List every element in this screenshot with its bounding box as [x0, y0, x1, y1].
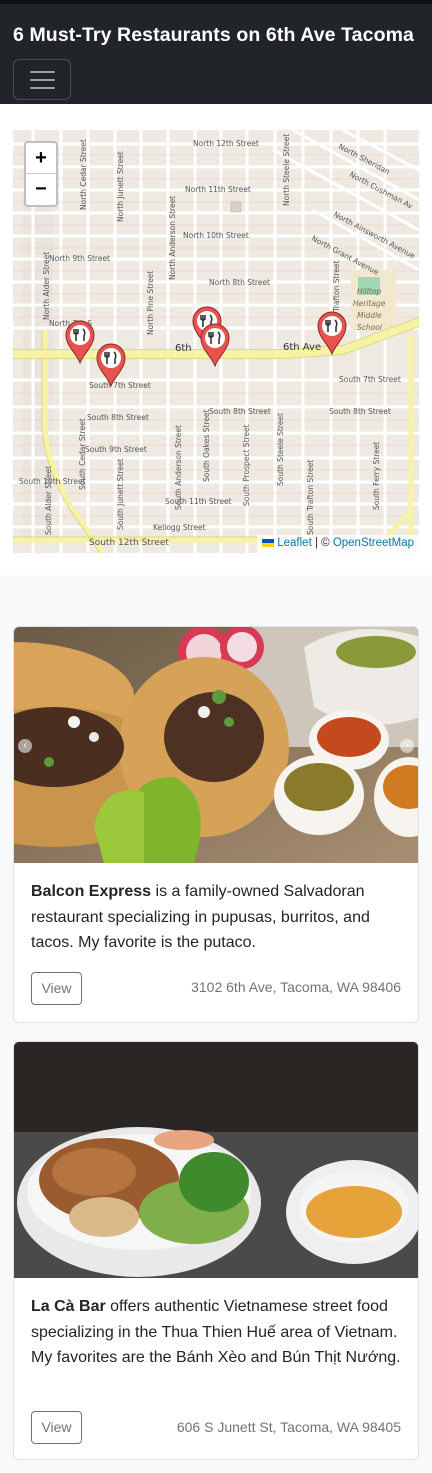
map-label: South Steele Street [276, 413, 285, 486]
restaurant-description: Balcon Express is a family-owned Salvado… [31, 879, 403, 956]
map-label: Heritage [353, 299, 386, 308]
restaurant-address: 606 S Junett St, Tacoma, WA 98405 [176, 1419, 401, 1435]
map-label: South Oakes Street [202, 409, 211, 482]
map-label: North Alder Street [42, 252, 51, 320]
map-attribution: Leaflet | © OpenStreetMap [257, 535, 419, 553]
map-label: North Steele Street [282, 134, 291, 206]
map-label: South Cedar Street [78, 418, 87, 490]
map-label: North 11th Street [185, 185, 251, 194]
map-section: North 12th Street North 11th Street Nort… [0, 104, 432, 575]
site-title[interactable]: 6 Must-Try Restaurants on 6th Ave Tacoma [13, 24, 414, 47]
navbar-toggle-button[interactable] [13, 59, 71, 100]
zoom-out-button[interactable]: − [26, 174, 56, 205]
map-label: South Anderson Street [174, 425, 183, 510]
navbar: 6 Must-Try Restaurants on 6th Ave Tacoma [0, 0, 432, 104]
map-label: South Ferry Street [372, 442, 381, 510]
restaurant-name: Balcon Express [31, 883, 152, 900]
map-label: South 8th Street [329, 407, 391, 416]
restaurant-map-marker[interactable] [96, 343, 126, 387]
zoom-in-button[interactable]: + [26, 143, 56, 174]
restaurant-map[interactable]: North 12th Street North 11th Street Nort… [13, 130, 419, 553]
carousel-prev-button[interactable]: ‹ [18, 739, 32, 753]
map-zoom-control: + − [24, 141, 58, 207]
map-label: South Alder Street [44, 466, 53, 535]
map-label: South 8th Street [87, 413, 149, 422]
map-label: School [357, 323, 383, 332]
restaurant-photo [14, 1042, 418, 1278]
map-label: 6th Ave [283, 342, 321, 353]
map-label: North Junett Street [116, 151, 125, 222]
map-label: Hilltop [357, 287, 381, 296]
map-label: North Pine Street [146, 271, 155, 335]
carousel-next-button[interactable]: › [400, 739, 414, 753]
map-label: North 9th Street [49, 254, 110, 263]
map-label: North 8th Street [209, 278, 270, 287]
restaurant-photo [14, 627, 418, 863]
restaurant-name: La Cà Bar [31, 1298, 106, 1315]
map-label: South Junett Street [116, 458, 125, 530]
map-label: Kellogg Street [153, 523, 206, 532]
restaurant-map-marker[interactable] [200, 323, 230, 367]
restaurant-address: 3102 6th Ave, Tacoma, WA 98406 [191, 979, 401, 995]
map-label: South 12th Street [89, 538, 169, 548]
ukraine-flag-icon [262, 538, 275, 547]
map-label: 6th [175, 343, 192, 354]
restaurant-card: La Cà Bar offers authentic Vietnamese st… [13, 1041, 419, 1460]
map-label: North Cedar Street [79, 139, 88, 210]
openstreetmap-link[interactable]: OpenStreetMap [333, 537, 414, 549]
map-label: South 8th Street [209, 407, 271, 416]
restaurant-description: La Cà Bar offers authentic Vietnamese st… [31, 1294, 403, 1371]
view-button[interactable]: View [31, 1411, 82, 1444]
restaurant-map-marker[interactable] [317, 311, 347, 355]
map-label: South Prospect Street [242, 424, 251, 506]
map-label: South 7th Street [339, 375, 401, 384]
map-label: North 10th Street [183, 231, 249, 240]
leaflet-link[interactable]: Leaflet [277, 537, 312, 549]
restaurant-map-marker[interactable] [65, 320, 95, 364]
attribution-separator: | © [311, 537, 333, 549]
map-label: North Anderson Street [168, 196, 177, 280]
restaurant-card: ‹ › Balcon Express is a family-owned Sal… [13, 626, 419, 1023]
map-label: North 12th Street [193, 139, 259, 148]
map-label: South Trafton Street [306, 460, 315, 535]
map-label: Middle [357, 311, 382, 320]
view-button[interactable]: View [31, 972, 82, 1005]
map-label: South 9th Street [85, 445, 147, 454]
